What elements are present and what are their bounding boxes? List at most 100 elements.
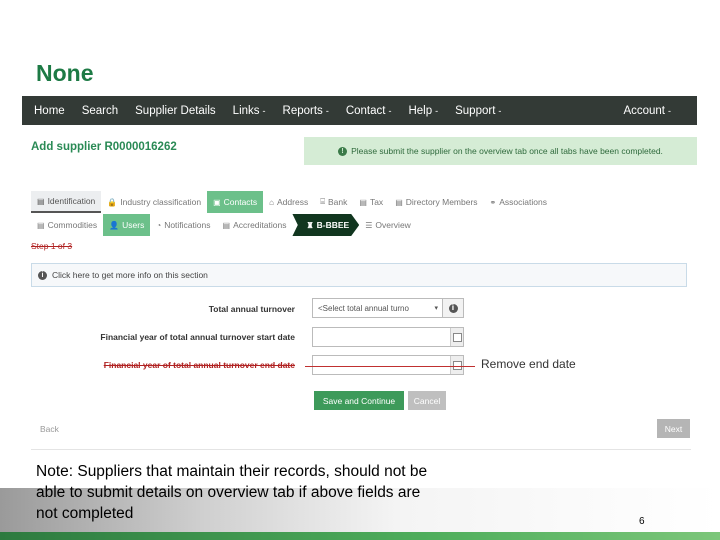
info-icon: i (448, 303, 458, 313)
calendar-icon[interactable] (450, 356, 463, 374)
certificate-icon: ▤ (222, 220, 231, 230)
tab-commodities[interactable]: ▤ Commodities (31, 214, 103, 236)
nav-item-label: Contact (345, 104, 386, 117)
turnover-info-button[interactable]: i (442, 299, 463, 317)
info-icon: ! (338, 146, 348, 156)
chevron-down-icon: - (388, 105, 392, 116)
home-icon: ⌂ (269, 197, 275, 207)
slide-note: Note: Suppliers that maintain their reco… (36, 463, 428, 522)
user-icon: 👤 (109, 220, 120, 230)
list-icon: ☰ (365, 220, 373, 230)
page-heading: Add supplier R0000016262 (31, 141, 177, 153)
tab-notifications[interactable]: ◔ Notifications (150, 214, 216, 236)
tab-associations[interactable]: ⚭ Associations (484, 191, 553, 213)
nav-item-label: Reports (282, 104, 323, 117)
tab-tax[interactable]: ▤ Tax (353, 191, 389, 213)
nav-item-label: Help (408, 104, 433, 117)
nav-item-label: Support (455, 104, 496, 117)
nav-item-support[interactable]: Support - (455, 105, 501, 117)
chevron-down-icon: - (435, 105, 439, 116)
bell-icon: ◔ (156, 220, 162, 230)
nav-item-label: Home (34, 104, 65, 117)
chevron-down-icon: - (498, 105, 502, 116)
nav-item-reports[interactable]: Reports - (283, 105, 329, 117)
contact-card-icon: ▣ (213, 197, 221, 207)
tab-label: Tax (369, 197, 384, 207)
tab-label: Accreditations (233, 220, 287, 230)
list-icon: ▤ (37, 220, 45, 230)
chevron-down-icon: - (262, 105, 266, 116)
alert-text: Please submit the supplier on the overvi… (351, 146, 663, 156)
info-icon: i (38, 270, 47, 280)
remove-end-date-annotation: Remove end date (481, 357, 576, 371)
tab-label: Notifications (164, 220, 211, 230)
tab-contacts[interactable]: ▣ Contacts (207, 191, 264, 213)
back-link[interactable]: Back (40, 424, 59, 434)
turnover-select[interactable]: <Select total annual turno ▾ i (312, 298, 464, 318)
tab-label: Directory Members (405, 197, 478, 207)
nav-item-label: Search (81, 104, 119, 117)
bank-icon: ⌸ (320, 197, 326, 206)
cancel-button[interactable]: Cancel (408, 391, 446, 410)
tab-directory-members[interactable]: ▤ Directory Members (389, 191, 483, 213)
members-icon: ▤ (395, 197, 403, 207)
nav-item-supplier-details[interactable]: Supplier Details (135, 105, 216, 117)
nav-item-contact[interactable]: Contact - (346, 105, 392, 117)
lock-icon: 🔒 (107, 197, 118, 207)
alert-banner: ! Please submit the supplier on the over… (304, 137, 697, 165)
nav-item-search[interactable]: Search (82, 105, 118, 117)
step-indicator: Step 1 of 3 (31, 241, 73, 251)
tower-icon: ♜ (306, 220, 314, 230)
tab-label: Commodities (47, 220, 98, 230)
tab-label: Contacts (223, 197, 258, 207)
page-number: 6 (639, 516, 645, 527)
start-date-label: Financial year of total annual turnover … (100, 332, 295, 342)
nav-item-label: Supplier Details (135, 104, 216, 117)
tab-address[interactable]: ⌂ Address (263, 191, 314, 213)
nav-account-label: Account (623, 104, 665, 117)
tabs-row-2: ▤ Commodities 👤 Users ◔ Notifications ▤ Accredi… (31, 214, 417, 236)
tab-label: B-BBEE (316, 220, 350, 230)
tab-industry-classification[interactable]: 🔒 Industry classification (101, 191, 207, 213)
tab-users[interactable]: 👤 Users (103, 214, 151, 236)
annotation-strike-line (305, 366, 475, 367)
turnover-select-value: <Select total annual turno (318, 303, 409, 313)
slide-title: None (36, 60, 94, 86)
tab-overview[interactable]: ☰ Overview (359, 214, 417, 236)
chevron-down-icon: - (668, 105, 671, 116)
top-navbar: Home Search Supplier Details Links - Reports -… (22, 96, 697, 125)
tab-bank[interactable]: ⌸ Bank (314, 191, 353, 213)
nav-item-label: Links (232, 104, 260, 117)
tax-icon: ▤ (359, 197, 367, 207)
tab-accreditations[interactable]: ▤ Accreditations (217, 214, 293, 236)
save-and-continue-button[interactable]: Save and Continue (314, 391, 404, 410)
tab-label: Industry classification (120, 197, 202, 207)
chevron-down-icon: ▾ (434, 304, 438, 312)
tab-b-bbee[interactable]: ♜ B-BBEE (292, 214, 360, 236)
tab-label: Associations (499, 197, 547, 207)
info-section-toggle[interactable]: i Click here to get more info on this se… (31, 263, 687, 287)
tab-label: Overview (375, 220, 411, 230)
nav-item-help[interactable]: Help - (408, 105, 438, 117)
next-button[interactable]: Next (657, 419, 690, 438)
turnover-label: Total annual turnover (208, 304, 295, 314)
calendar-icon[interactable] (450, 328, 463, 346)
chevron-down-icon: - (325, 105, 329, 116)
tab-identification[interactable]: ▤ Identification (31, 191, 102, 213)
tab-label: Users (122, 220, 145, 230)
end-date-field[interactable] (312, 355, 464, 375)
footer-bar (0, 532, 720, 540)
link-icon: ⚭ (489, 197, 497, 207)
id-card-icon: ▤ (37, 196, 45, 206)
info-bar-text: Click here to get more info on this sect… (52, 270, 208, 280)
tab-label: Identification (47, 196, 96, 206)
tab-label: Bank (328, 197, 348, 207)
start-date-field[interactable] (312, 327, 464, 347)
tab-label: Address (277, 197, 309, 207)
tabs-row-1: ▤ Identification 🔒 Industry classification ▣… (31, 191, 553, 213)
nav-account[interactable]: Account - (623, 105, 671, 117)
end-date-label: Financial year of total annual turnover … (103, 360, 295, 370)
nav-item-links[interactable]: Links - (233, 105, 266, 117)
nav-item-home[interactable]: Home (34, 105, 65, 117)
divider (31, 449, 691, 450)
